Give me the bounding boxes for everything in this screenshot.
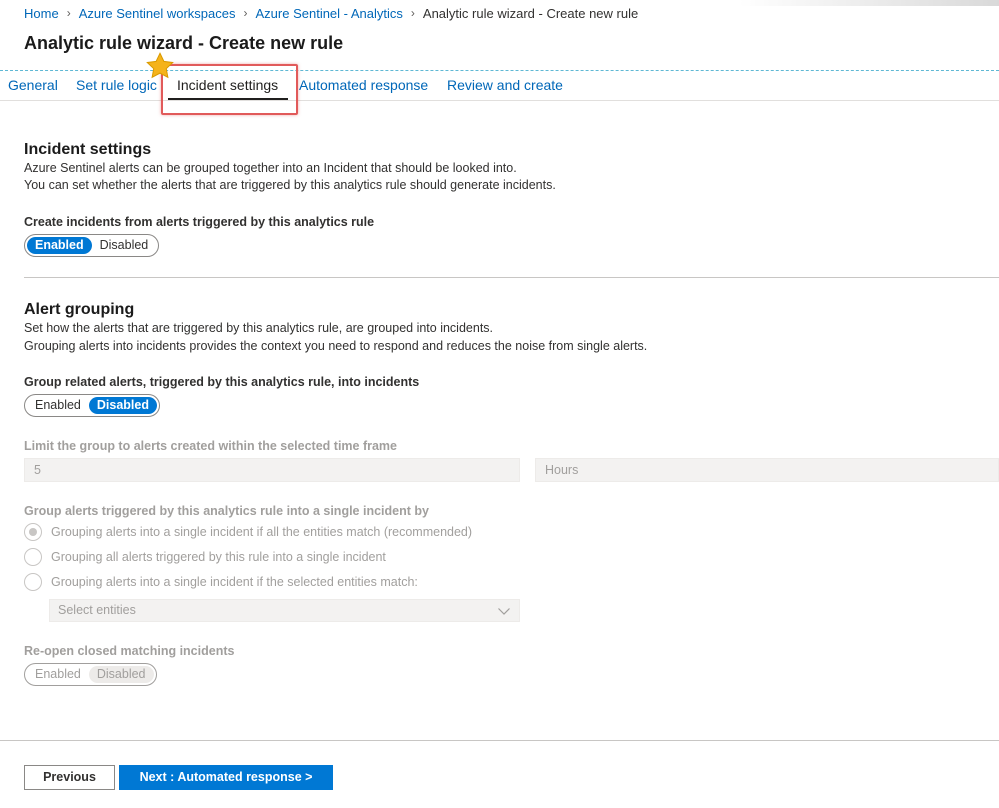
alert-grouping-desc-1: Set how the alerts that are triggered by… — [24, 321, 494, 335]
alert-grouping-desc-2: Grouping alerts into incidents provides … — [24, 339, 648, 353]
radio-all-alerts-single-label: Grouping all alerts triggered by this ru… — [51, 550, 386, 564]
create-incidents-enabled-option[interactable]: Enabled — [27, 237, 92, 254]
group-alerts-label: Group related alerts, triggered by this … — [24, 375, 420, 389]
star-icon — [146, 52, 174, 79]
previous-button[interactable]: Previous — [24, 765, 115, 790]
group-alerts-enabled-option[interactable]: Enabled — [27, 397, 89, 414]
create-incidents-label: Create incidents from alerts triggered b… — [24, 215, 375, 229]
active-tab-highlight — [161, 64, 298, 115]
create-incidents-disabled-option[interactable]: Disabled — [92, 237, 157, 254]
chevron-right-icon: › — [410, 6, 415, 20]
incident-settings-desc-2: You can set whether the alerts that are … — [24, 178, 556, 192]
radio-all-alerts-single[interactable]: Grouping all alerts triggered by this ru… — [24, 548, 386, 566]
top-edge-shadow — [739, 0, 999, 6]
tab-automated-response[interactable]: Automated response — [299, 77, 428, 93]
breadcrumb-current: Analytic rule wizard - Create new rule — [422, 5, 639, 21]
breadcrumb-sentinel-analytics[interactable]: Azure Sentinel - Analytics — [256, 6, 403, 21]
radio-selected-entities-label: Grouping alerts into a single incident i… — [51, 575, 418, 589]
reopen-enabled-option[interactable]: Enabled — [27, 666, 89, 683]
single-incident-label: Group alerts triggered by this analytics… — [24, 504, 429, 518]
breadcrumb-home[interactable]: Home — [24, 6, 59, 21]
incident-settings-desc-1: Azure Sentinel alerts can be grouped tog… — [24, 161, 517, 175]
group-alerts-toggle: Enabled Disabled — [24, 394, 160, 417]
chevron-right-icon: › — [66, 6, 71, 20]
group-alerts-disabled-option[interactable]: Disabled — [88, 397, 157, 414]
next-automated-response-button[interactable]: Next : Automated response > — [119, 765, 333, 790]
breadcrumb: Home › Azure Sentinel workspaces › Azure… — [24, 5, 638, 21]
radio-circle-icon[interactable] — [24, 573, 42, 591]
reopen-disabled-option[interactable]: Disabled — [88, 666, 154, 683]
radio-all-entities-match-label: Grouping alerts into a single incident i… — [51, 525, 473, 539]
limit-timeframe-unit-select[interactable]: Hours — [535, 458, 999, 482]
alert-grouping-title: Alert grouping — [24, 301, 135, 318]
radio-circle-icon[interactable] — [24, 548, 42, 566]
reopen-incidents-label: Re-open closed matching incidents — [24, 644, 235, 658]
chevron-right-icon: › — [243, 6, 248, 20]
section-divider — [24, 277, 999, 278]
radio-circle-icon[interactable] — [24, 523, 42, 541]
radio-selected-entities[interactable]: Grouping alerts into a single incident i… — [24, 573, 418, 591]
create-incidents-toggle: Enabled Disabled — [24, 234, 160, 257]
page-title: Analytic rule wizard - Create new rule — [24, 33, 344, 53]
tab-review-and-create[interactable]: Review and create — [447, 77, 563, 93]
reopen-incidents-toggle: Enabled Disabled — [24, 663, 157, 686]
chevron-down-icon — [498, 608, 510, 615]
incident-settings-title: Incident settings — [24, 141, 152, 158]
select-entities-placeholder: Select entities — [58, 603, 136, 617]
tab-general[interactable]: General — [8, 77, 58, 93]
limit-timeframe-input[interactable]: 5 — [24, 458, 520, 482]
footer-divider — [0, 740, 999, 741]
radio-all-entities-match[interactable]: Grouping alerts into a single incident i… — [24, 523, 472, 541]
limit-timeframe-label: Limit the group to alerts created within… — [24, 439, 397, 453]
breadcrumb-sentinel-workspaces[interactable]: Azure Sentinel workspaces — [79, 6, 236, 21]
select-entities-dropdown[interactable]: Select entities — [49, 599, 520, 622]
